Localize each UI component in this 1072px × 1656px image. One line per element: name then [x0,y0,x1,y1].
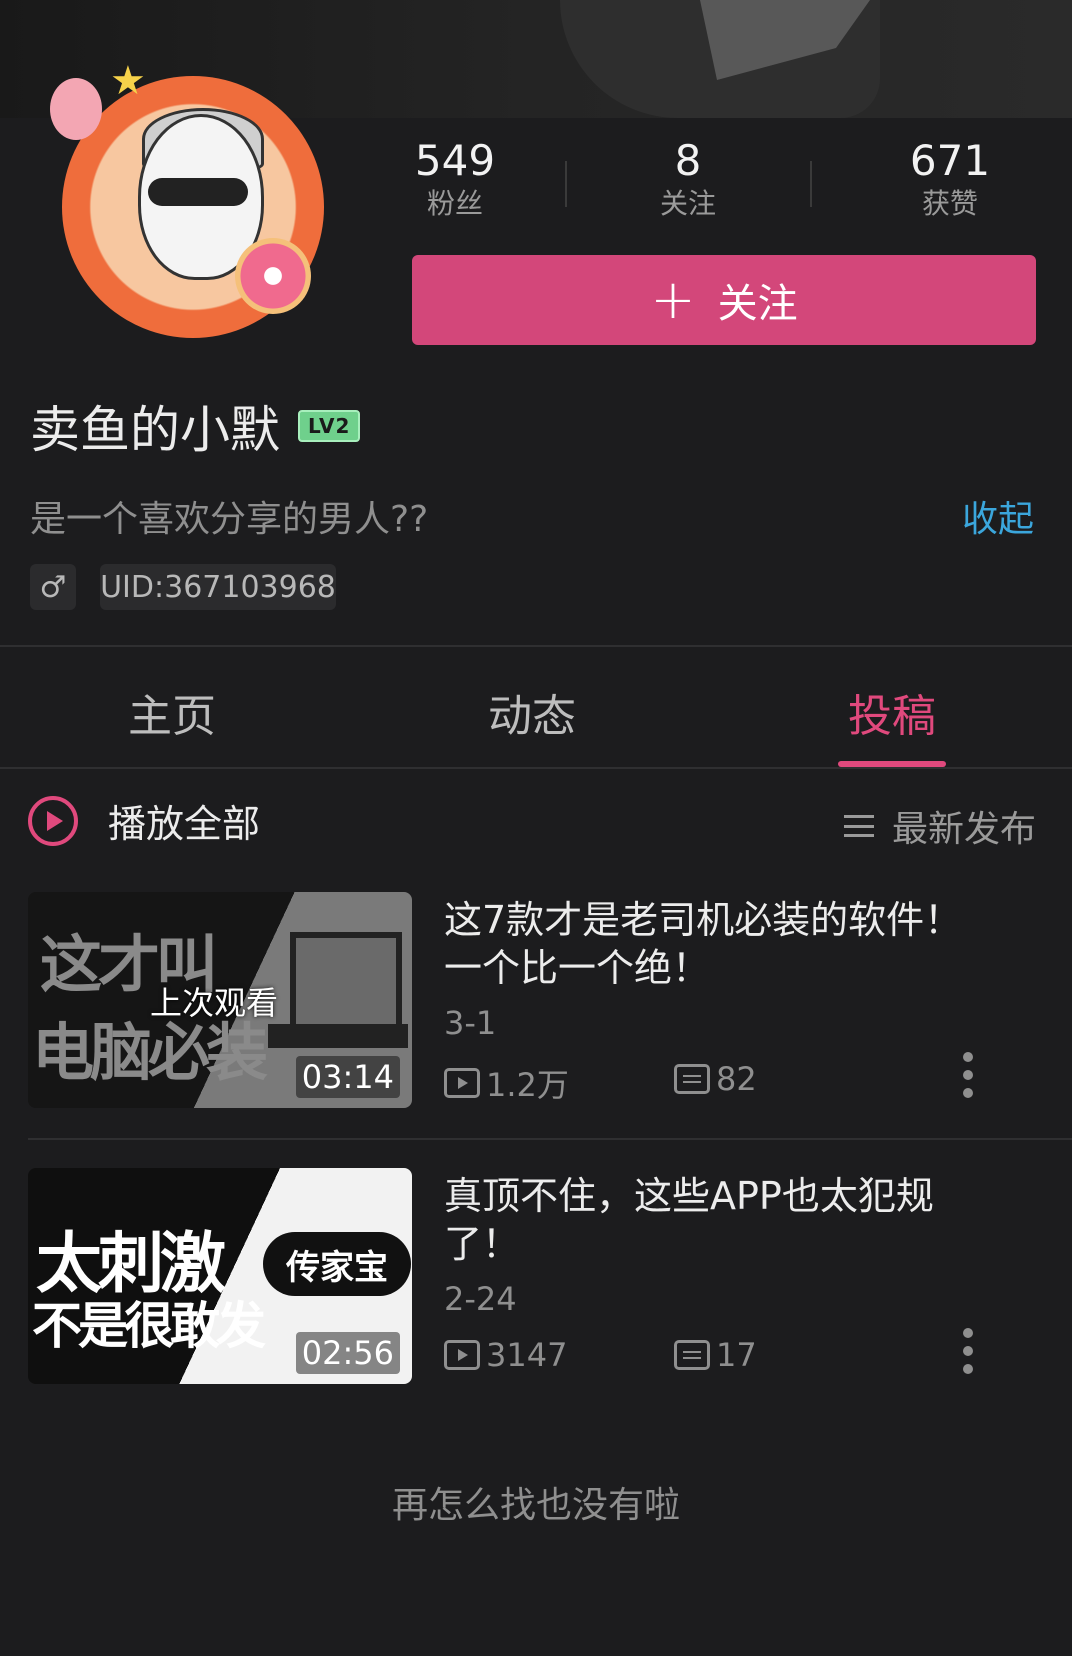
comment-count: 82 [674,1060,757,1098]
divider [28,1138,1072,1140]
video-duration: 02:56 [295,1332,400,1374]
thumbnail-laptop-screen [290,932,402,1034]
stat-divider [810,161,812,207]
user-name: 卖鱼的小默 [30,401,280,459]
name-row: 卖鱼的小默 LV2 [30,390,361,462]
video-title[interactable]: 这7款才是老司机必装的软件！一个比一个绝！ [444,896,984,992]
avatar-balloon [50,78,102,140]
play-all-label: 播放全部 [108,802,261,846]
view-count-icon [444,1068,480,1098]
video-thumbnail[interactable]: 太刺激 不是很敢发 传家宝 02:56 [28,1168,412,1384]
avatar-donut [235,238,311,314]
star-icon: ★ [110,58,146,104]
stat-divider [565,161,567,207]
tab-uploads[interactable]: 投稿 [792,680,992,744]
avatar-glasses [148,178,248,206]
profile-stats: 549 粉丝 8 关注 671 获赞 [390,136,1040,226]
following-count: 8 [674,136,702,185]
follow-button-label: 关注 [717,281,798,327]
gender-tag: ♂ [30,564,76,610]
fans-count: 549 [414,136,496,185]
divider [0,767,1072,769]
likes-label: 获赞 [921,187,978,220]
follow-button[interactable]: + 关注 [412,255,1036,345]
view-count-icon [444,1340,480,1370]
video-item[interactable]: 这才叫 电脑必装 上次观看 03:14 这7款才是老司机必装的软件！一个比一个绝… [28,892,1044,1112]
view-count: 1.2万 [444,1060,569,1106]
video-date: 2-24 [444,1280,517,1318]
video-duration: 03:14 [295,1056,400,1098]
plus-icon: + [650,268,696,331]
user-bio: 是一个喜欢分享的男人?? [30,499,429,540]
view-count: 3147 [444,1336,567,1374]
stat-likes[interactable]: 671 获赞 [850,136,1050,222]
divider [0,645,1072,647]
comment-count-value: 17 [716,1336,757,1374]
comment-count: 17 [674,1336,757,1374]
uid-tag[interactable]: UID:367103968 [100,564,336,610]
likes-count: 671 [909,136,991,185]
play-all-button[interactable]: 播放全部 [28,793,260,848]
thumbnail-text-line2: 不是很敢发 [32,1297,266,1355]
thumbnail-laptop-keyboard [268,1024,408,1048]
video-item[interactable]: 太刺激 不是很敢发 传家宝 02:56 真顶不住，这些APP也太犯规了！ 2-2… [28,1168,1044,1388]
more-vertical-icon[interactable] [962,1328,974,1374]
fans-label: 粉丝 [426,187,483,220]
comment-icon [674,1340,710,1370]
view-count-value: 1.2万 [486,1066,569,1104]
sort-button[interactable]: 最新发布 [843,800,1036,852]
following-label: 关注 [659,187,716,220]
male-icon: ♂ [39,569,67,605]
stat-following[interactable]: 8 关注 [588,136,788,222]
stat-fans[interactable]: 549 粉丝 [355,136,555,222]
level-badge: LV2 [298,410,361,442]
avatar[interactable]: ★ [50,58,350,340]
tab-dynamics[interactable]: 动态 [432,680,632,744]
collapse-link[interactable]: 收起 [962,490,1034,542]
play-circle-icon [28,795,78,846]
video-thumbnail[interactable]: 这才叫 电脑必装 上次观看 03:14 [28,892,412,1108]
comment-icon [674,1064,710,1094]
comment-count-value: 82 [716,1060,757,1098]
sort-label: 最新发布 [891,809,1036,850]
video-title[interactable]: 真顶不住，这些APP也太犯规了！ [444,1172,984,1268]
more-vertical-icon[interactable] [962,1052,974,1098]
video-date: 3-1 [444,1004,497,1042]
tab-home[interactable]: 主页 [72,680,272,744]
uid-text: UID:367103968 [100,569,336,605]
thumbnail-badge: 传家宝 [263,1232,411,1296]
sort-list-icon [843,815,874,837]
last-watched-label: 上次观看 [150,984,279,1022]
view-count-value: 3147 [486,1336,568,1374]
end-of-list-text: 再怎么找也没有啦 [391,1485,680,1526]
